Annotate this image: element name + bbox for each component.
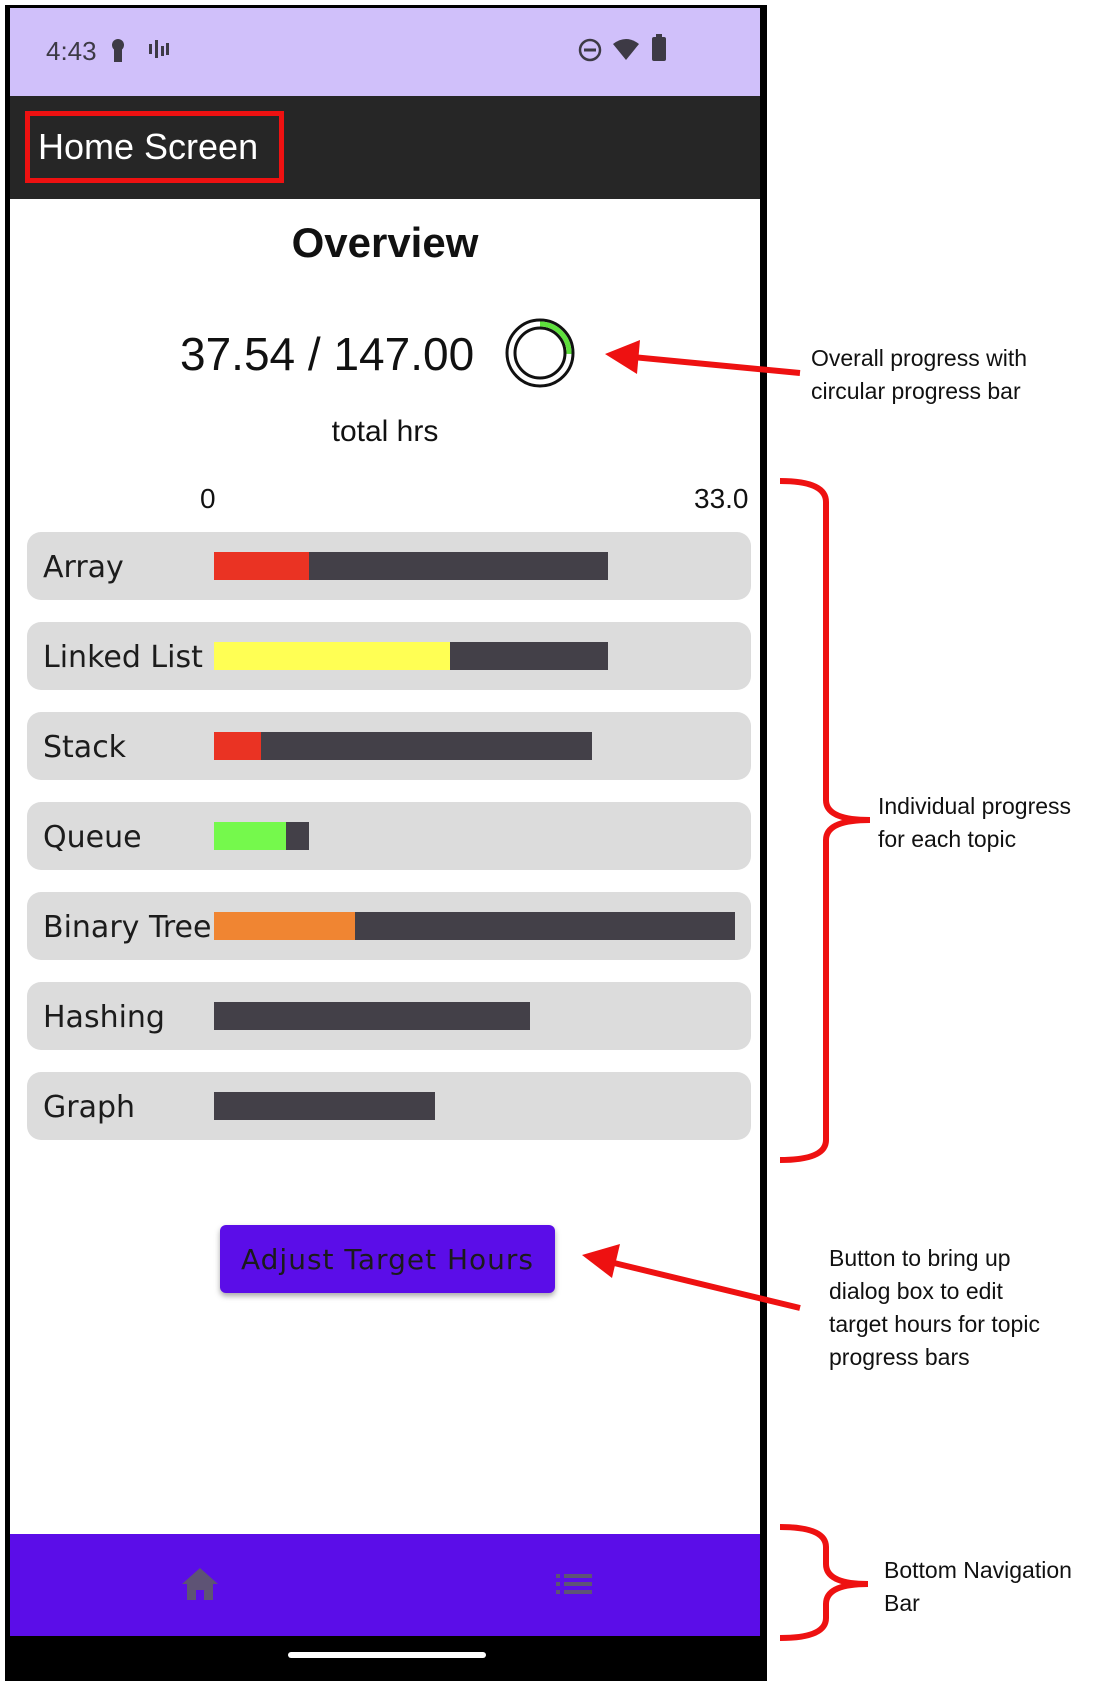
annotation-topics: Individual progress for each topic bbox=[878, 793, 1072, 852]
arrow-button bbox=[582, 1244, 801, 1311]
arrow-overall bbox=[605, 340, 801, 376]
annotation-overall: Overall progress with circular progress … bbox=[811, 345, 1028, 404]
annotation-button: Button to bring up dialog box to edit ta… bbox=[829, 1245, 1040, 1370]
brace-topics bbox=[779, 478, 871, 1163]
annotation-nav: Bottom Navigation Bar bbox=[884, 1557, 1072, 1616]
brace-nav bbox=[779, 1524, 869, 1641]
